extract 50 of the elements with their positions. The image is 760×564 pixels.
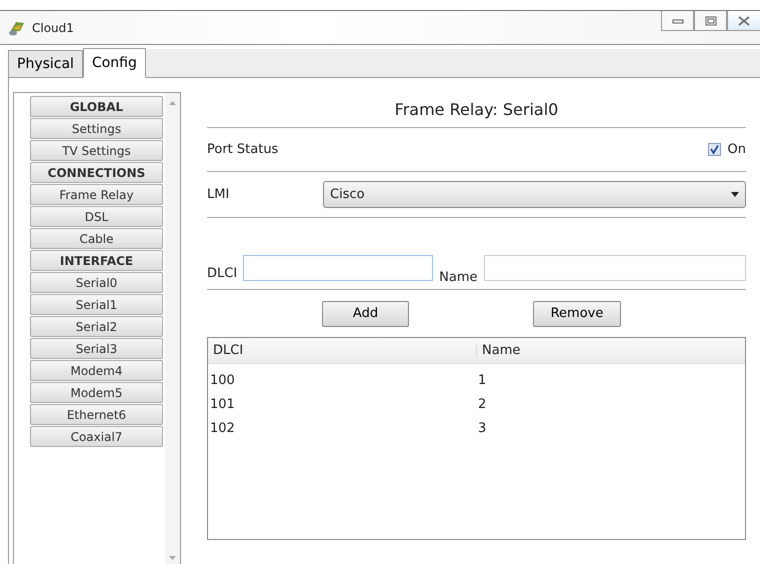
sidebar-header[interactable]: INTERFACE [30, 250, 163, 271]
sidebar-item[interactable]: Coaxial7 [30, 426, 163, 447]
scroll-down-icon[interactable] [169, 556, 176, 560]
scroll-up-icon[interactable] [169, 101, 176, 105]
sidebar-item[interactable]: Modem5 [30, 382, 163, 403]
dlci-label: DLCI [207, 266, 238, 281]
checkbox-label: On [728, 142, 746, 157]
close-button[interactable] [727, 11, 760, 31]
sidebar-item[interactable]: DSL [30, 206, 163, 227]
table-cell-text: 3 [477, 420, 488, 436]
minimize-button[interactable] [661, 11, 694, 31]
panel-title: Frame Relay: Serial0 [207, 100, 746, 128]
sidebar-item[interactable]: Serial3 [30, 338, 163, 359]
cloud-icon [8, 20, 26, 36]
name-field[interactable] [484, 255, 746, 281]
column-header[interactable]: DLCI [208, 343, 477, 358]
checkbox[interactable] [708, 143, 721, 156]
minimize-icon [672, 16, 684, 24]
sidebar-item[interactable]: Serial1 [30, 294, 163, 315]
column-header[interactable]: Name [477, 343, 745, 358]
name-label: Name [439, 270, 478, 285]
sidebar-item[interactable]: Serial2 [30, 316, 163, 337]
sidebar-item[interactable]: Cable [30, 228, 163, 249]
sidebar-item[interactable]: TV Settings [30, 140, 163, 161]
sidebar-header[interactable]: GLOBAL [30, 96, 163, 117]
sidebar-item[interactable]: Ethernet6 [30, 404, 163, 425]
tab[interactable]: Config [82, 48, 146, 78]
maximize-button[interactable] [694, 11, 727, 31]
lmi-dropdown[interactable]: Cisco [323, 181, 746, 208]
window-title: Cloud1 [32, 20, 74, 34]
sidebar-item[interactable]: Settings [30, 118, 163, 139]
port-status-label: Port Status [207, 142, 278, 157]
table-cell-text: 101 [209, 396, 236, 412]
caret-icon [731, 192, 739, 197]
sidebar-item[interactable]: Serial0 [30, 272, 163, 293]
table-cell-text: 1 [477, 372, 488, 388]
table-cell-text: 2 [477, 396, 488, 412]
close-icon [738, 16, 750, 26]
sidebar-item[interactable]: Modem4 [30, 360, 163, 381]
lmi-label: LMI [207, 187, 230, 202]
maximize-icon [704, 16, 716, 26]
table-cell-text: 100 [209, 372, 236, 388]
sidebar-item[interactable]: Frame Relay [30, 184, 163, 205]
tab[interactable]: Physical [8, 50, 83, 78]
remove-button[interactable]: Remove [533, 300, 621, 326]
table-cell-text: 102 [209, 420, 236, 436]
sidebar-header[interactable]: CONNECTIONS [30, 162, 163, 183]
scrollbar[interactable] [165, 93, 180, 564]
add-button[interactable]: Add [322, 300, 409, 326]
dlci-field[interactable] [243, 255, 434, 281]
